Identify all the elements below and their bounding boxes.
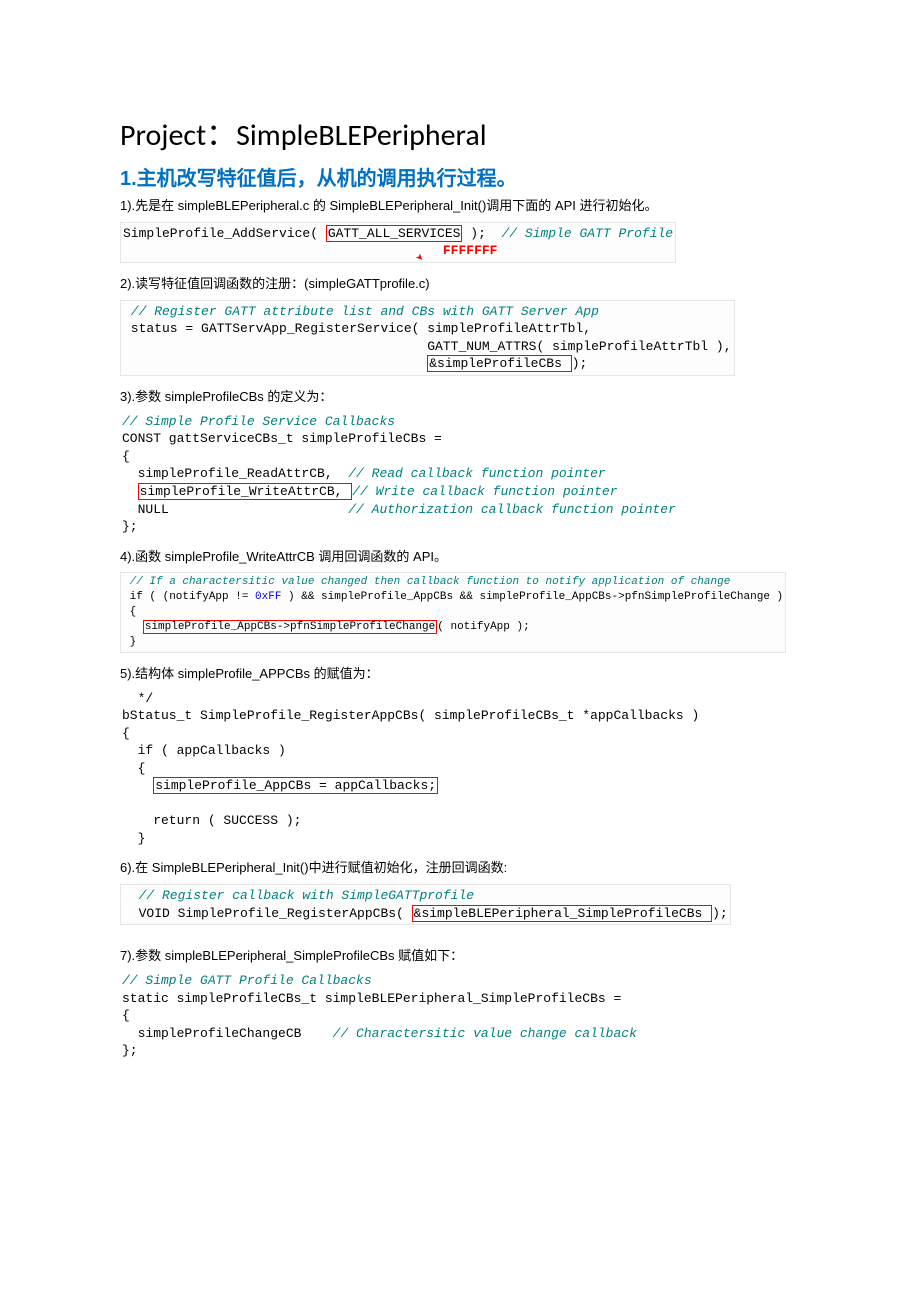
code-block-6: // Register callback with SimpleGATTprof… [120,884,731,925]
code-literal: 0xFF [255,591,281,603]
code-text: SimpleProfile_AddService( [123,226,326,241]
step-3-text: 3).参数 simpleProfileCBs 的定义为： [120,388,800,407]
code-text [122,778,153,793]
code-text [122,484,138,499]
code-line: }; [122,519,138,534]
code-text: ( notifyApp ); [437,621,529,633]
step-2-text: 2).读写特征值回调函数的注册：(simpleGATTprofile.c) [120,275,800,294]
code-text: if ( (notifyApp != [123,591,255,603]
section-1-heading: 1.主机改写特征值后，从机的调用执行过程。 [120,162,800,191]
page-title: Project：SimpleBLEPeripheral [120,110,800,154]
highlight-gatt-all-services: GATT_ALL_SERVICES [326,225,463,242]
code-block-3: // Simple Profile Service Callbacks CONS… [120,411,800,538]
document-page: Project：SimpleBLEPeripheral 1.主机改写特征值后，从… [0,0,920,1132]
code-comment: // Simple GATT Profile [501,226,673,241]
highlight-simpleble-simpleprofilecbs: &simpleBLEPeripheral_SimpleProfileCBs [412,905,712,922]
code-line: { [122,449,130,464]
highlight-simpleprofilecbs: &simpleProfileCBs [427,355,571,372]
code-text: simpleProfile_ReadAttrCB, [122,466,348,481]
code-line: } [123,636,136,648]
code-line: { [122,761,145,776]
code-text: VOID SimpleProfile_RegisterAppCBs( [123,906,412,921]
code-comment: // If a charactersitic value changed the… [123,576,730,588]
code-line: GATT_NUM_ATTRS( simpleProfileAttrTbl ), [123,339,732,354]
arrow-icon: ➤ [410,250,428,268]
highlight-writeattrcb: simpleProfile_WriteAttrCB, [138,483,353,500]
code-annotation: FFFFFFF [443,243,498,258]
code-line: status = GATTServApp_RegisterService( si… [123,321,591,336]
step-1-text: 1).先是在 simpleBLEPeripheral.c 的 SimpleBLE… [120,197,800,216]
code-text [123,356,427,371]
code-text: ); [462,226,501,241]
code-block-7: // Simple GATT Profile Callbacks static … [120,970,800,1062]
code-block-2: // Register GATT attribute list and CBs … [120,300,735,376]
code-text: simpleProfileChangeCB [122,1026,333,1041]
code-comment: // Charactersitic value change callback [333,1026,637,1041]
code-text: ); [712,906,728,921]
highlight-pfnsimpleprofilechange: simpleProfile_AppCBs->pfnSimpleProfileCh… [143,620,437,634]
code-comment: // Register callback with SimpleGATTprof… [123,888,474,903]
step-4-text: 4).函数 simpleProfile_WriteAttrCB 调用回调函数的 … [120,548,800,567]
code-comment: // Write callback function pointer [352,484,617,499]
code-line: CONST gattServiceCBs_t simpleProfileCBs … [122,431,442,446]
code-text: ); [572,356,588,371]
code-block-1: SimpleProfile_AddService( GATT_ALL_SERVI… [120,222,676,263]
highlight-appcbs-assign: simpleProfile_AppCBs = appCallbacks; [153,777,438,794]
code-comment: // Read callback function pointer [348,466,605,481]
code-line: { [123,606,136,618]
code-line: if ( appCallbacks ) [122,743,286,758]
code-comment: // Authorization callback function point… [348,502,676,517]
step-5-text: 5).结构体 simpleProfile_APPCBs 的赋值为： [120,665,800,684]
code-line: bStatus_t SimpleProfile_RegisterAppCBs( … [122,708,699,723]
code-block-5: */ bStatus_t SimpleProfile_RegisterAppCB… [120,688,800,850]
code-text [123,621,143,633]
code-line: { [122,726,130,741]
step-7-text: 7).参数 simpleBLEPeripheral_SimpleProfileC… [120,947,800,966]
step-6-text: 6).在 SimpleBLEPeripheral_Init()中进行赋值初始化，… [120,859,800,878]
code-block-4: // If a charactersitic value changed the… [120,572,786,652]
code-line: }; [122,1043,138,1058]
code-line: { [122,1008,130,1023]
code-line: } [122,831,145,846]
code-text: NULL [122,502,348,517]
code-comment: // Simple Profile Service Callbacks [122,414,395,429]
code-comment: // Register GATT attribute list and CBs … [123,304,599,319]
code-line: return ( SUCCESS ); [122,813,301,828]
code-blank-line [122,796,130,811]
code-line: */ [122,691,153,706]
code-comment: // Simple GATT Profile Callbacks [122,973,372,988]
code-text: ) && simpleProfile_AppCBs && simpleProfi… [281,591,783,603]
code-line: static simpleProfileCBs_t simpleBLEPerip… [122,991,621,1006]
